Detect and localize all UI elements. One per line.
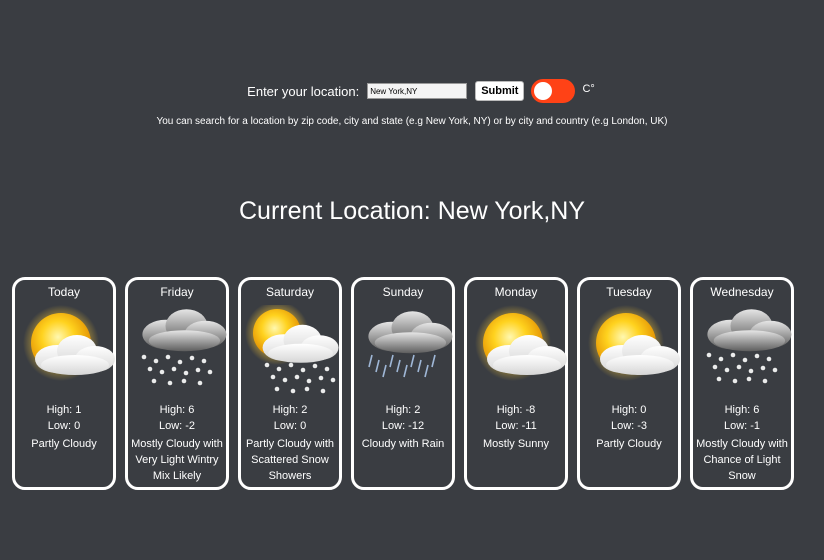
forecast-low: Low: 0 [273,420,307,432]
forecast-high: High: 2 [272,404,308,416]
toggle-knob [534,82,553,100]
forecast-high: High: 6 [724,404,760,416]
unit-toggle[interactable] [531,79,576,103]
forecast-high: High: 1 [46,404,82,416]
forecast-day: Tuesday [606,285,652,299]
current-location-title: Current Location: New York,NY [238,197,585,225]
forecast-day: Friday [160,285,194,299]
forecast-low: Low: 0 [47,420,81,432]
forecast-day: Today [47,285,81,299]
search-hint: You can search for a location by zip cod… [156,116,668,127]
forecast-low: Low: -11 [495,420,537,432]
partly-cloudy-icon [475,305,567,381]
forecast-high: High: 6 [159,404,195,416]
forecast-list: Today High: 1 Low: 0 Partly Cloudy Friday Hig… [12,277,794,490]
forecast-card: Tuesday High: 0 Low: -3 Partly Cloudy [577,277,681,490]
forecast-condition: Mostly Sunny [482,438,550,450]
partly-cloudy-icon [23,305,115,381]
forecast-condition: Mostly Cloudy with Chance of Light Snow [696,438,788,482]
location-input[interactable] [367,83,468,99]
forecast-low: Low: -2 [158,420,196,432]
unit-label: C° [582,83,595,95]
forecast-card: Today High: 1 Low: 0 Partly Cloudy [12,277,116,490]
forecast-high: High: 0 [611,404,647,416]
forecast-condition: Partly Cloudy [596,438,662,450]
cloud-rain-icon [368,311,453,378]
forecast-condition: Cloudy with Rain [361,438,445,450]
search-bar: Enter your location: Submit C° [0,79,824,103]
forecast-condition: Partly Cloudy [31,438,97,450]
forecast-card: Monday High: -8 Low: -11 Mostly Sunny [464,277,568,490]
forecast-low: Low: -3 [610,420,648,432]
forecast-card: Saturday High: 2 Low: 0 Partly Cloudy with … [238,277,342,490]
cloud-wintry-mix-icon [141,309,227,386]
forecast-low: Low: -1 [723,420,761,432]
forecast-card: Friday High: 6 Low: -2 Mostly Cloudy with V… [125,277,229,490]
submit-button[interactable]: Submit [475,81,525,101]
forecast-condition: Mostly Cloudy with Very Light Wintry Mix… [131,438,223,482]
forecast-day: Wednesday [710,285,774,299]
cloud-snow-icon [706,309,792,384]
forecast-condition: Partly Cloudy with Scattered Snow Shower… [245,438,335,482]
forecast-day: Sunday [382,285,424,299]
forecast-day: Saturday [265,285,315,299]
location-label: Enter your location: [247,83,360,99]
forecast-high: High: -8 [496,404,536,416]
forecast-low: Low: -12 [381,420,425,432]
forecast-high: High: 2 [385,404,421,416]
forecast-card: Wednesday High: 6 Low: -1 Mostly Cloudy wit… [690,277,794,490]
forecast-day: Monday [494,285,538,299]
sun-cloud-snow-icon [245,305,339,394]
forecast-card: Sunday High: 2 Low: -12 Cloudy with Rain [351,277,455,490]
partly-cloudy-icon [588,305,680,381]
